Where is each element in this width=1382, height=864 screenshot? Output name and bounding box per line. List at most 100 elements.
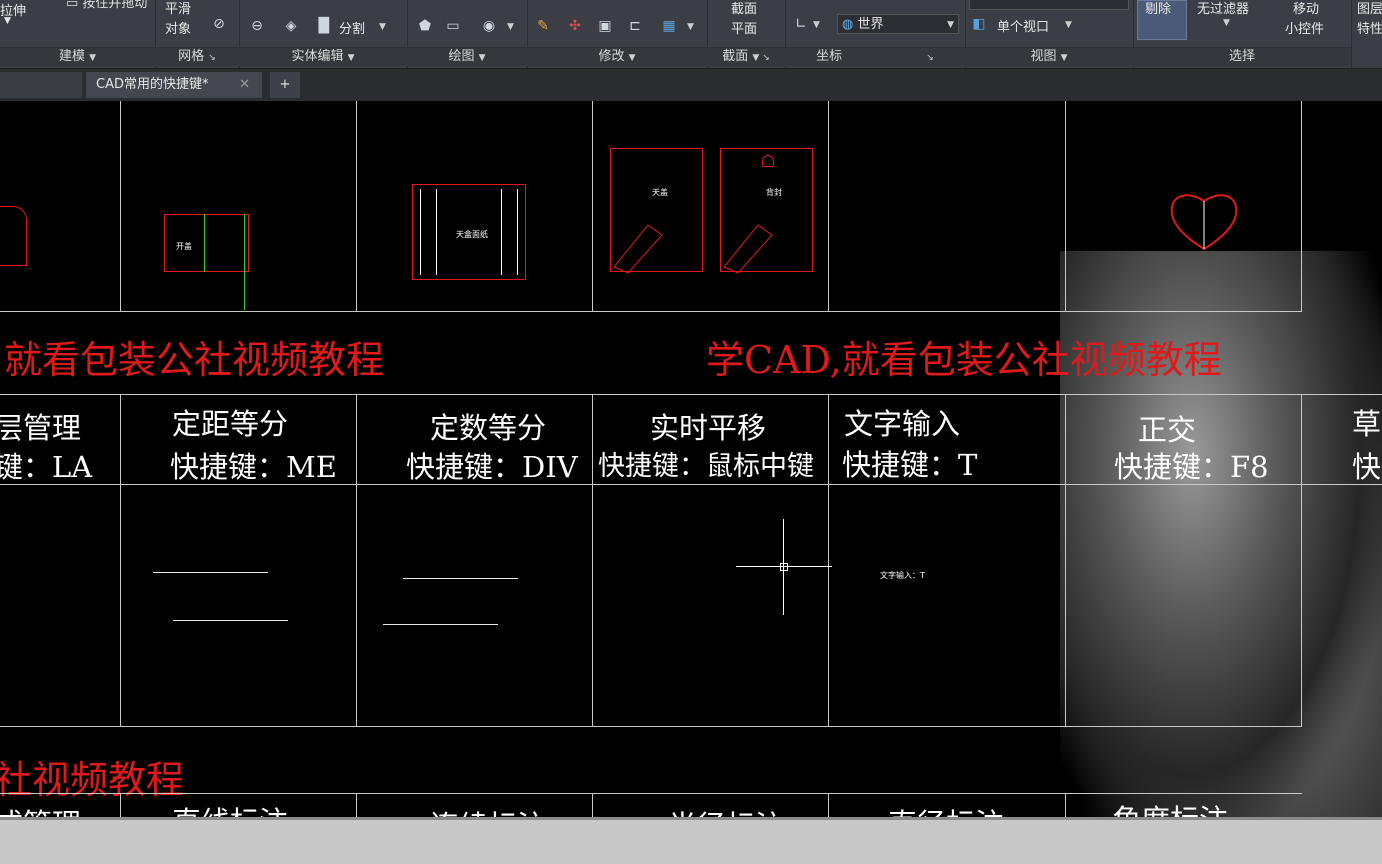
- panel-section: 截面 平面 截面 ▼ ↘: [707, 0, 786, 68]
- no-filter-arrow[interactable]: ▼: [1223, 18, 1230, 28]
- panel-title-coordinates[interactable]: 坐标 ↘: [785, 47, 965, 66]
- saved-view-dropdown[interactable]: [969, 0, 1129, 10]
- panel-title-view[interactable]: 视图 ▼: [965, 47, 1133, 66]
- grid-line: [1065, 793, 1066, 817]
- grid-line: [356, 394, 357, 726]
- array-icon[interactable]: ▦: [661, 18, 677, 34]
- shortcut-name-row2-6: 角度标注: [1112, 797, 1228, 817]
- grid-line: [356, 793, 357, 817]
- panel-title-selection[interactable]: 选择: [1133, 47, 1351, 66]
- panel-view: ◧ 单个视口 ▼ 视图 ▼: [965, 0, 1134, 68]
- draw-dropdown-arrow[interactable]: ▼: [507, 22, 514, 32]
- panel-title-modify[interactable]: 修改 ▼: [527, 47, 707, 66]
- grid-line: [592, 793, 593, 817]
- drawing-box-1-green-line: [204, 214, 205, 272]
- close-icon[interactable]: ✕: [239, 72, 250, 98]
- polygon-icon[interactable]: ⬟: [417, 18, 433, 34]
- ucs-dropdown-arrow[interactable]: ▼: [813, 20, 820, 30]
- rectangle-icon[interactable]: ▭: [445, 18, 461, 34]
- panel-layer-properties: 图层 特性: [1351, 0, 1382, 68]
- shortcut-name-row2-3: 连续标注: [430, 803, 546, 817]
- solid-eraser-icon[interactable]: ◈: [283, 18, 299, 34]
- sample-line: [153, 572, 268, 573]
- panel-title-section[interactable]: 截面 ▼ ↘: [707, 47, 785, 66]
- layer-label-1[interactable]: 图层: [1357, 0, 1382, 17]
- drawing-box-4-label: 背封: [766, 188, 782, 197]
- shortcut-name-layer: 层管理: [0, 411, 82, 445]
- mesh-smooth-icon[interactable]: ⊘: [211, 16, 227, 32]
- panel-title-mesh[interactable]: 网格 ↘: [155, 47, 239, 66]
- shortcut-name-row2-2: 直线标注: [172, 799, 288, 817]
- sample-line: [173, 620, 288, 621]
- grid-line: [120, 394, 121, 726]
- drawing-box-2-label: 天盒面纸: [456, 230, 488, 239]
- no-filter-label[interactable]: 无过滤器: [1197, 0, 1249, 17]
- panel-title-draw[interactable]: 绘图 ▼: [407, 47, 527, 66]
- grid-line: [828, 793, 829, 817]
- split-dropdown-arrow[interactable]: ▼: [379, 22, 386, 32]
- solid-union-icon[interactable]: ⊖: [249, 18, 265, 34]
- panel-draw: ⬟ ▭ ◉ ▼ 绘图 ▼: [407, 0, 528, 68]
- move-gizmo-icon[interactable]: ✣: [567, 18, 583, 34]
- section-plane-label-2[interactable]: 平面: [731, 18, 757, 37]
- shortcut-name-partial: 草: [1352, 407, 1382, 441]
- text-input-sample: 文字输入：T: [880, 571, 925, 580]
- world-dropdown-arrow: ▼: [947, 20, 954, 30]
- shortcut-name-ortho: 正交: [1138, 413, 1197, 447]
- drawing-canvas[interactable]: 开盖 天盒面纸 天盖 背封 就看包装公社视频教程 学CAD,就看包装公社视频教程…: [0, 101, 1382, 817]
- split-label[interactable]: 分割: [339, 18, 365, 37]
- shortcut-name-pan: 实时平移: [650, 411, 767, 445]
- grid-line: [1065, 394, 1066, 726]
- smooth-label[interactable]: 平滑: [165, 0, 191, 17]
- panel-title-modeling[interactable]: 建模 ▼: [0, 47, 155, 66]
- world-dropdown-value: 世界: [857, 17, 884, 32]
- stretch-icon[interactable]: ⊏: [627, 18, 643, 34]
- banner-left: 就看包装公社视频教程: [4, 338, 385, 382]
- new-tab-button[interactable]: +: [270, 72, 300, 98]
- panel-modify: ✎ ✣ ▣ ⊏ ▦ ▼ 修改 ▼: [527, 0, 708, 68]
- grid-line: [0, 726, 1302, 727]
- pencil-icon[interactable]: ✎: [535, 18, 551, 34]
- shortcut-key-divide: 快捷键：DIV: [406, 450, 578, 484]
- modeling-top-item[interactable]: ▭ 按住并拖动: [66, 0, 147, 11]
- world-dropdown[interactable]: ◍ 世界 ▼: [837, 14, 959, 34]
- shortcut-key-layer: 键：LA: [0, 450, 93, 484]
- modeling-small-arrow[interactable]: ▼: [4, 16, 11, 26]
- move-gizmo-label-2[interactable]: 小控件: [1285, 18, 1324, 37]
- panel-title-solid-edit[interactable]: 实体编辑 ▼: [239, 47, 407, 66]
- shortcut-key-ortho: 快捷键：F8: [1114, 450, 1269, 484]
- viewport-dropdown-label[interactable]: 单个视口: [997, 16, 1049, 35]
- remove-label[interactable]: 剔除: [1145, 0, 1171, 17]
- modify-dropdown-arrow[interactable]: ▼: [687, 22, 694, 32]
- layer-label-2[interactable]: 特性: [1357, 18, 1382, 37]
- grid-line: [1301, 394, 1302, 726]
- ucs-icon[interactable]: ∟: [793, 16, 809, 32]
- tab-active-drawing[interactable]: CAD常用的快捷键* ✕: [86, 72, 262, 98]
- panel-modeling: 拉伸 ▼ ▭ 按住并拖动 建模 ▼: [0, 0, 156, 68]
- panel-coordinates: ∟ ▼ ◍ 世界 ▼ 坐标 ↘: [785, 0, 966, 68]
- section-plane-label-1[interactable]: 截面: [731, 0, 757, 17]
- command-line-area[interactable]: [0, 817, 1382, 864]
- split-icon[interactable]: ▐▌: [313, 18, 335, 34]
- grid-line: [1301, 101, 1302, 311]
- shortcut-name-divide: 定数等分: [430, 411, 547, 445]
- move-gizmo-label-1[interactable]: 移动: [1293, 0, 1319, 17]
- tab-previous[interactable]: [0, 72, 82, 98]
- sample-line: [383, 624, 498, 625]
- object-label[interactable]: 对象: [165, 18, 191, 37]
- tab-active-drawing-label: CAD常用的快捷键*: [96, 77, 209, 92]
- panel-selection: 剔除 无过滤器 ▼ 移动 小控件 选择: [1133, 0, 1352, 68]
- drawing-diagonal-strips: [613, 224, 773, 274]
- plus-icon: +: [279, 77, 291, 92]
- viewport-dropdown-arrow[interactable]: ▼: [1065, 20, 1072, 30]
- copy-icon[interactable]: ▣: [597, 18, 613, 34]
- panel-mesh: 平滑 对象 ⊘ 网格 ↘: [155, 0, 240, 68]
- grid-line: [0, 311, 1302, 312]
- shortcut-name-row2-5: 直径标注: [888, 801, 1004, 817]
- eye-icon[interactable]: ◉: [481, 18, 497, 34]
- viewport-icon[interactable]: ◧: [971, 16, 987, 32]
- grid-line: [592, 101, 593, 311]
- shortcut-name-measure: 定距等分: [172, 407, 289, 441]
- grid-line: [120, 793, 121, 817]
- grid-line: [592, 394, 593, 726]
